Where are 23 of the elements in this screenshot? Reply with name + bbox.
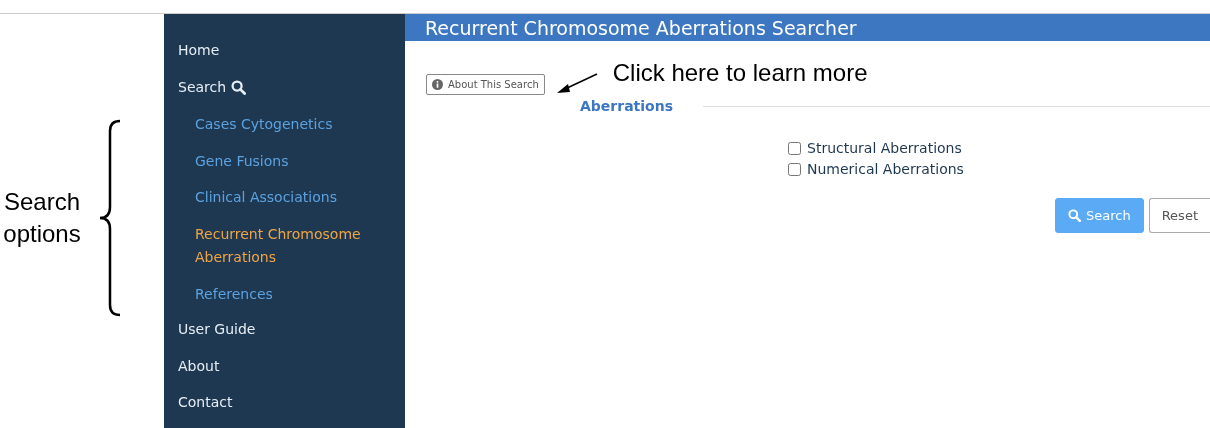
nav-link[interactable]: Clinical Associations bbox=[195, 186, 373, 223]
nav-link[interactable]: Search bbox=[164, 76, 247, 113]
nav-link[interactable]: References bbox=[195, 282, 373, 319]
checkbox-label: Structural Aberrations bbox=[807, 140, 962, 156]
search-icon bbox=[231, 79, 247, 95]
nav-link[interactable]: Home bbox=[164, 40, 220, 77]
annotation-text: Click here to learn more bbox=[612, 59, 868, 87]
info-icon bbox=[432, 78, 443, 90]
nav-link[interactable]: User Guide bbox=[164, 319, 256, 356]
nav-link[interactable]: Cases Cytogenetics bbox=[195, 113, 373, 150]
nav-link[interactable]: Gene Fusions bbox=[195, 149, 373, 186]
section-legend: Aberrations bbox=[580, 98, 674, 114]
annotation-text: Search options bbox=[2, 186, 82, 249]
nav-link[interactable]: Recurrent Chromosome Aberrations bbox=[195, 222, 373, 283]
checkbox[interactable] bbox=[788, 141, 801, 155]
page-header: Recurrent Chromosome Aberrations Searcher bbox=[405, 14, 1210, 41]
nav-link[interactable]: About bbox=[164, 355, 220, 392]
reset-button[interactable]: Reset bbox=[1148, 198, 1210, 233]
nav-link[interactable]: Contact bbox=[164, 392, 233, 428]
checkbox[interactable] bbox=[788, 162, 801, 176]
search-icon bbox=[1068, 209, 1081, 222]
checkbox-label: Numerical Aberrations bbox=[807, 161, 964, 177]
about-button[interactable]: About This Search bbox=[426, 73, 545, 95]
